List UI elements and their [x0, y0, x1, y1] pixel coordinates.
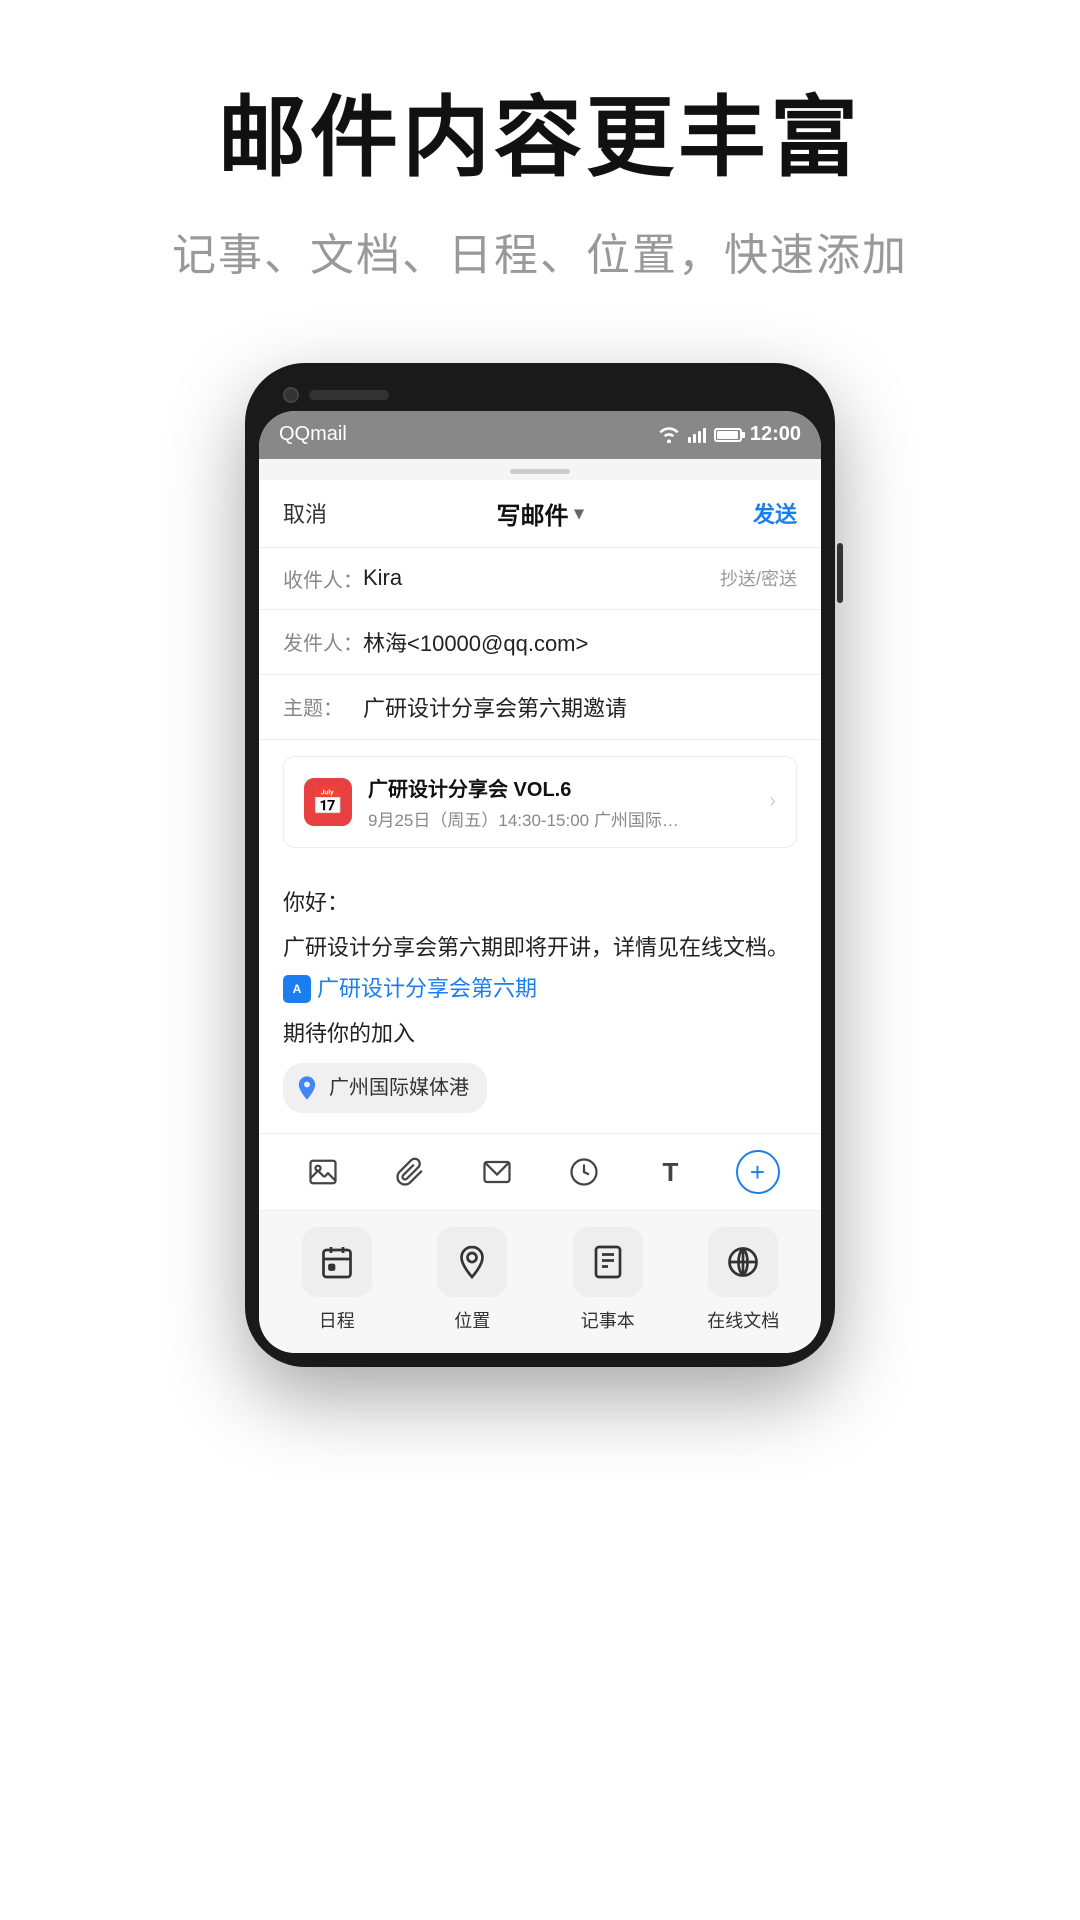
location-action-icon-wrap	[437, 1227, 507, 1297]
docs-action-icon-wrap	[708, 1227, 778, 1297]
from-field: 发件人： 林海<10000@qq.com>	[259, 610, 821, 675]
subject-field[interactable]: 主题： 广研设计分享会第六期邀请	[259, 675, 821, 740]
pull-bar	[510, 469, 570, 474]
status-time: 12:00	[750, 423, 801, 446]
from-label: 发件人：	[283, 627, 363, 656]
status-bar: QQmail	[259, 411, 821, 459]
bottom-action-bar: 日程 位置	[259, 1210, 821, 1353]
email-greeting: 你好：	[283, 884, 797, 921]
phone-screen: QQmail	[259, 411, 821, 1353]
doc-link-text: 广研设计分享会第六期	[317, 970, 537, 1007]
calendar-action-icon-wrap	[302, 1227, 372, 1297]
calendar-emoji: 📅	[312, 786, 344, 817]
page-header: 邮件内容更丰富 记事、文档、日程、位置，快速添加	[0, 0, 1080, 343]
docs-action-icon	[725, 1244, 761, 1280]
location-action-icon	[454, 1244, 490, 1280]
notepad-action-icon-wrap	[573, 1227, 643, 1297]
plus-icon: +	[736, 1150, 780, 1194]
location-action-label: 位置	[454, 1307, 490, 1333]
action-location[interactable]: 位置	[405, 1227, 541, 1333]
email-text: 广研设计分享会第六期即将开讲，详情见在线文档。 A 广研设计分享会第六期	[283, 929, 797, 1007]
calendar-card-chevron: ›	[769, 790, 776, 813]
calendar-card-info: 广研设计分享会 VOL.6 9月25日（周五）14:30-15:00 广州国际…	[368, 773, 769, 831]
clock-icon	[569, 1157, 599, 1187]
compose-toolbar: T +	[259, 1133, 821, 1210]
calendar-action-icon	[319, 1244, 355, 1280]
battery-icon	[714, 428, 742, 442]
calendar-card-icon: 📅	[304, 778, 352, 826]
location-pin-icon	[293, 1074, 321, 1102]
notepad-action-label: 记事本	[581, 1307, 635, 1333]
calendar-action-label: 日程	[319, 1307, 355, 1333]
cc-bcc-button[interactable]: 抄送/密送	[720, 565, 797, 591]
page-title: 邮件内容更丰富	[0, 90, 1080, 187]
status-app-name: QQmail	[279, 423, 347, 446]
toolbar-text-button[interactable]: T	[627, 1146, 714, 1198]
to-label: 收件人：	[283, 564, 363, 593]
send-button[interactable]: 发送	[753, 497, 797, 529]
notepad-action-icon	[590, 1244, 626, 1280]
doc-link[interactable]: A 广研设计分享会第六期	[283, 970, 537, 1007]
phone-side-button	[837, 543, 843, 603]
text-format-icon: T	[663, 1157, 679, 1188]
action-docs[interactable]: 在线文档	[676, 1227, 812, 1333]
camera-area	[283, 387, 389, 403]
toolbar-image-button[interactable]	[279, 1146, 366, 1198]
email-closing: 期待你的加入	[283, 1015, 797, 1052]
speaker-bar	[309, 390, 389, 400]
toolbar-attachment-button[interactable]	[366, 1146, 453, 1198]
phone-outer: QQmail	[245, 363, 835, 1367]
calendar-card-detail: 9月25日（周五）14:30-15:00 广州国际…	[368, 806, 769, 831]
phone-mockup: QQmail	[0, 363, 1080, 1367]
calendar-attachment-card[interactable]: 📅 广研设计分享会 VOL.6 9月25日（周五）14:30-15:00 广州国…	[283, 756, 797, 848]
email-text-content: 广研设计分享会第六期即将开讲，详情见在线文档。	[283, 935, 789, 960]
signal-icon	[688, 427, 706, 443]
cancel-button[interactable]: 取消	[283, 497, 327, 529]
action-calendar[interactable]: 日程	[269, 1227, 405, 1333]
mail-icon	[482, 1158, 512, 1186]
to-value: Kira	[363, 565, 720, 591]
location-chip[interactable]: 广州国际媒体港	[283, 1063, 487, 1113]
from-value: 林海<10000@qq.com>	[363, 626, 797, 658]
subject-value: 广研设计分享会第六期邀请	[363, 691, 797, 723]
subject-label: 主题：	[283, 692, 363, 721]
image-icon	[308, 1158, 338, 1186]
doc-icon: A	[283, 975, 311, 1003]
location-chip-label: 广州国际媒体港	[329, 1071, 469, 1105]
calendar-card-title: 广研设计分享会 VOL.6	[368, 773, 769, 802]
action-notepad[interactable]: 记事本	[540, 1227, 676, 1333]
compose-title: 写邮件 ▾	[496, 496, 583, 531]
status-icons: 12:00	[658, 423, 801, 446]
doc-icon-label: A	[293, 979, 302, 999]
phone-notch-bar	[259, 377, 821, 411]
attachment-icon	[395, 1157, 425, 1187]
email-body[interactable]: 你好： 广研设计分享会第六期即将开讲，详情见在线文档。 A 广研设计分享会第六期…	[259, 864, 821, 1133]
docs-action-label: 在线文档	[707, 1307, 779, 1333]
toolbar-clock-button[interactable]	[540, 1146, 627, 1198]
pull-indicator	[259, 459, 821, 480]
page-subtitle: 记事、文档、日程、位置，快速添加	[0, 219, 1080, 283]
toolbar-plus-button[interactable]: +	[714, 1146, 801, 1198]
wifi-icon	[658, 427, 680, 443]
toolbar-mail-button[interactable]	[453, 1146, 540, 1198]
compose-title-arrow: ▾	[574, 503, 583, 524]
camera-dot	[283, 387, 299, 403]
to-field[interactable]: 收件人： Kira 抄送/密送	[259, 548, 821, 610]
compose-header: 取消 写邮件 ▾ 发送	[259, 480, 821, 548]
